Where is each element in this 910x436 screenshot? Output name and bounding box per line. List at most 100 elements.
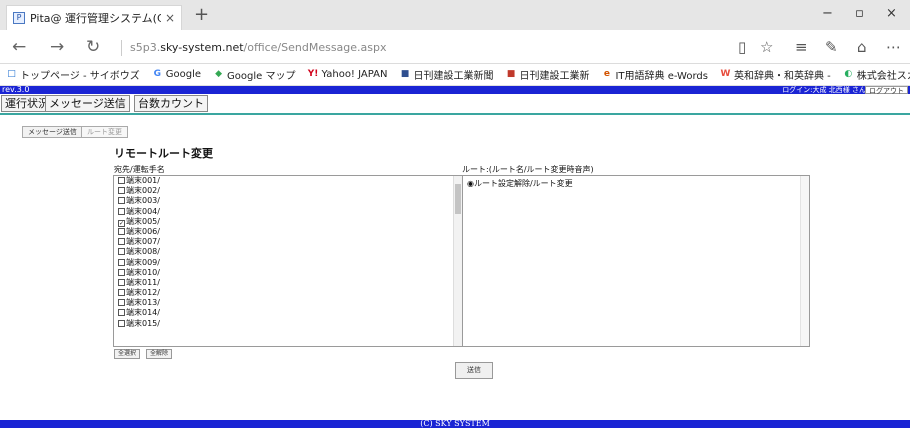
terminal-item[interactable]: 端末014/	[114, 308, 462, 318]
select-all-button[interactable]: 全選択	[114, 349, 141, 359]
url-field[interactable]: s5p3.sky-system.net/office/SendMessage.a…	[130, 41, 387, 54]
terminal-item[interactable]: 端末011/	[114, 278, 462, 288]
favorite-star-icon[interactable]: ☆	[760, 38, 773, 56]
favorite-link[interactable]: e IT用語辞典 e-Words	[601, 67, 708, 82]
menu-vehicle-count[interactable]: 台数カウント	[134, 95, 208, 112]
more-icon[interactable]: ⋯	[886, 38, 901, 56]
terminal-item[interactable]: 端末012/	[114, 288, 462, 298]
favorite-label: 英和辞典・和英辞典 -	[733, 71, 831, 82]
favorite-label: 日刊建設工業新	[519, 71, 590, 82]
checkbox-icon[interactable]	[118, 177, 125, 184]
favorite-label: IT用語辞典 e-Words	[615, 71, 708, 82]
checkbox-checked-icon[interactable]: ✓	[118, 219, 125, 227]
favorite-link[interactable]: W 英和辞典・和英辞典 -	[720, 67, 831, 82]
browser-tab-bar: P Pita@ 運行管理システム(C × + − ▫ ×	[0, 0, 910, 30]
terminal-item[interactable]: 端末013/	[114, 298, 462, 308]
forward-icon[interactable]: →	[50, 37, 64, 57]
hub-icon[interactable]: ≡	[795, 38, 808, 56]
sky-icon: ◐	[844, 69, 853, 79]
terminal-label: 端末006/	[126, 226, 160, 236]
terminal-item[interactable]: 端末007/	[114, 237, 462, 247]
terminal-item[interactable]: 端末002/	[114, 186, 462, 196]
terminal-item[interactable]: 端末015/	[114, 319, 462, 329]
terminal-label: 端末013/	[126, 298, 160, 308]
route-label: ルート:(ルート名/ルート変更時音声)	[462, 165, 594, 174]
footer: (C) SKY SYSTEM	[0, 420, 910, 428]
checkbox-icon[interactable]	[118, 238, 125, 246]
menu-divider	[0, 113, 910, 115]
page-title: リモートルート変更	[114, 147, 213, 160]
back-icon[interactable]: ←	[12, 37, 26, 57]
terminal-item[interactable]: 端末003/	[114, 196, 462, 206]
favorite-link[interactable]: ◐株式会社スカイシス	[843, 67, 910, 82]
weblio-icon: W	[720, 69, 731, 79]
checkbox-icon[interactable]	[118, 258, 125, 266]
checkbox-icon[interactable]	[118, 187, 125, 195]
minimize-icon[interactable]: −	[822, 6, 833, 21]
checkbox-icon[interactable]	[118, 278, 125, 286]
close-window-icon[interactable]: ×	[886, 6, 897, 21]
favorite-label: 株式会社スカイシス	[856, 71, 910, 82]
newspaper-icon-2: ■	[506, 69, 516, 79]
checkbox-icon[interactable]	[118, 309, 125, 317]
favorite-label: 日刊建設工業新聞	[413, 71, 494, 82]
favorite-link[interactable]: G Google	[152, 69, 201, 80]
terminal-item[interactable]: 端末009/	[114, 258, 462, 268]
checkbox-icon[interactable]	[118, 227, 125, 235]
menu-send-message[interactable]: メッセージ送信	[45, 95, 130, 112]
route-list-scrollbar[interactable]	[800, 176, 809, 346]
terminal-item[interactable]: 端末010/	[114, 268, 462, 278]
url-domain: sky-system.net	[160, 41, 244, 54]
favorites-bar: □ トップページ - サイボウズ G Google ◆ Google マップ Y! Yahoo…	[0, 64, 910, 86]
share-icon[interactable]: ⌂	[857, 38, 867, 56]
terminal-label: 端末011/	[126, 277, 160, 287]
favorite-label: トップページ - サイボウズ	[20, 71, 140, 82]
reading-view-icon[interactable]: ▯	[738, 38, 746, 56]
terminal-item[interactable]: 端末001/	[114, 176, 462, 186]
favorite-link[interactable]: □ トップページ - サイボウズ	[6, 67, 140, 82]
terminal-item[interactable]: ✓ 端末005/	[114, 217, 462, 227]
terminal-item[interactable]: 端末006/	[114, 227, 462, 237]
tab-close-icon[interactable]: ×	[165, 11, 175, 25]
login-info: ログイン:大成 北西様 さん	[782, 86, 866, 94]
checkbox-icon[interactable]	[118, 197, 125, 205]
terminal-label: 端末012/	[126, 288, 160, 298]
route-option[interactable]: ◉ルート設定解除/ルート変更	[463, 176, 809, 191]
terminal-label: 端末014/	[126, 308, 160, 318]
checkbox-icon[interactable]	[118, 319, 125, 327]
browser-tab[interactable]: P Pita@ 運行管理システム(C ×	[6, 5, 182, 30]
favorite-link[interactable]: ■ 日刊建設工業新聞	[399, 67, 494, 82]
favorite-link[interactable]: ■ 日刊建設工業新	[505, 67, 590, 82]
subtab-send-message[interactable]: メッセージ送信	[22, 126, 83, 138]
subtab-route-change[interactable]: ルート変更	[81, 126, 128, 138]
checkbox-icon[interactable]	[118, 207, 125, 215]
url-prefix: s5p3.	[130, 41, 161, 54]
checkbox-icon[interactable]	[118, 299, 125, 307]
revision-label: rev.3.0	[2, 85, 30, 94]
checkbox-icon[interactable]	[118, 268, 125, 276]
address-bar: ← → ↻ s5p3.sky-system.net/office/SendMes…	[0, 30, 910, 64]
route-list[interactable]: ◉ルート設定解除/ルート変更	[462, 175, 810, 347]
maximize-icon[interactable]: ▫	[855, 6, 864, 21]
terminal-list-scrollbar[interactable]	[453, 176, 462, 346]
refresh-icon[interactable]: ↻	[86, 37, 100, 57]
checkbox-icon[interactable]	[118, 289, 125, 297]
url-path: /office/SendMessage.aspx	[243, 41, 387, 54]
favorite-link[interactable]: Y! Yahoo! JAPAN	[308, 69, 388, 80]
notes-icon[interactable]: ✎	[825, 38, 838, 56]
destination-label: 宛先/運転手名	[114, 165, 165, 174]
terminal-item[interactable]: 端末004/	[114, 207, 462, 217]
terminal-list[interactable]: 端末001/端末002/端末003/端末004/✓ 端末005/端末006/端末0…	[113, 175, 463, 347]
address-separator	[121, 40, 122, 56]
checkbox-icon[interactable]	[118, 248, 125, 256]
favorite-link[interactable]: ◆ Google マップ	[213, 67, 295, 82]
send-button[interactable]: 送信	[455, 362, 493, 379]
terminal-label: 端末005/	[126, 216, 160, 226]
favorite-label: Google	[165, 69, 202, 80]
logout-button[interactable]: ログアウト	[865, 86, 908, 95]
terminal-item[interactable]: 端末008/	[114, 247, 462, 257]
new-tab-button[interactable]: +	[194, 6, 209, 24]
deselect-all-button[interactable]: 全解除	[146, 349, 173, 359]
scrollbar-thumb[interactable]	[455, 184, 461, 214]
page-favicon-icon: P	[13, 12, 25, 24]
